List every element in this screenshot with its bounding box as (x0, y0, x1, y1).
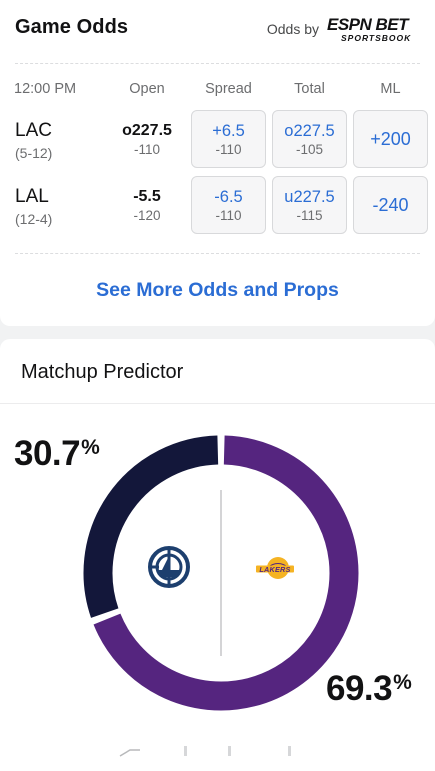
game-odds-title: Game Odds (15, 16, 129, 38)
total-price: -105 (295, 141, 324, 157)
col-head-ml: ML (380, 81, 401, 97)
total-line: u227.5 (284, 187, 335, 206)
odds-divider-top (15, 63, 420, 64)
see-more-odds-link[interactable]: See More Odds and Props (0, 279, 435, 302)
open-odds-lal: -5.5 -120 (111, 187, 183, 224)
total-button-lac[interactable]: o227.5 -105 (272, 110, 347, 168)
home-win-probability: 69.3% (326, 669, 412, 709)
game-time: 12:00 PM (14, 81, 77, 97)
team-abbr: LAL (15, 186, 49, 207)
espn-bet-logo-secondary: SPORTSBOOK (341, 33, 411, 43)
team-record: (12-4) (15, 211, 53, 227)
percent-symbol: % (393, 671, 412, 694)
odds-by: Odds by ESPN BET SPORTSBOOK (267, 14, 427, 44)
col-head-total: Total (294, 81, 325, 97)
total-button-lal[interactable]: u227.5 -115 (272, 176, 347, 234)
odds-by-label: Odds by (266, 21, 319, 37)
lakers-wordmark: LAKERS (259, 565, 290, 574)
team-abbr: LAC (15, 120, 52, 141)
espn-bet-sportsbook-logo[interactable]: ESPN BET SPORTSBOOK (327, 15, 427, 43)
team-record: (5-12) (15, 145, 53, 161)
open-line: o227.5 (122, 122, 172, 139)
open-line: -5.5 (133, 188, 161, 205)
col-head-open: Open (129, 81, 165, 97)
total-line: o227.5 (284, 121, 335, 140)
team-row-lac[interactable]: LAC (5-12) (15, 120, 52, 162)
matchup-predictor-title: Matchup Predictor (21, 361, 184, 383)
moneyline-button-lac[interactable]: +200 (353, 110, 428, 168)
lakers-logo: LAKERS (256, 557, 294, 579)
moneyline-button-lal[interactable]: -240 (353, 176, 428, 234)
away-win-value: 30.7 (14, 434, 81, 473)
spread-price: -110 (215, 207, 242, 223)
moneyline-value: +200 (370, 129, 411, 149)
spread-button-lac[interactable]: +6.5 -110 (191, 110, 266, 168)
spread-price: -110 (215, 141, 242, 157)
spread-button-lal[interactable]: -6.5 -110 (191, 176, 266, 234)
moneyline-value: -240 (372, 195, 409, 215)
game-odds-card: Game Odds Odds by ESPN BET SPORTSBOOK 12… (0, 0, 435, 326)
spread-line: -6.5 (214, 187, 243, 206)
col-head-spread: Spread (205, 81, 252, 97)
predictor-divider (0, 403, 435, 404)
total-price: -115 (296, 207, 323, 223)
win-probability-donut (83, 435, 359, 711)
spread-line: +6.5 (212, 121, 245, 140)
home-win-value: 69.3 (326, 669, 393, 708)
next-section-fragment (119, 746, 291, 757)
open-odds-lac: o227.5 -110 (111, 121, 183, 158)
odds-divider-bottom (15, 253, 420, 254)
open-price: -110 (133, 142, 161, 157)
away-probability-arc (83, 435, 219, 618)
espn-bet-logo-primary: ESPN BET (327, 15, 410, 34)
team-row-lal[interactable]: LAL (12-4) (15, 186, 52, 228)
open-price: -120 (133, 208, 161, 223)
clippers-logo (148, 546, 190, 588)
